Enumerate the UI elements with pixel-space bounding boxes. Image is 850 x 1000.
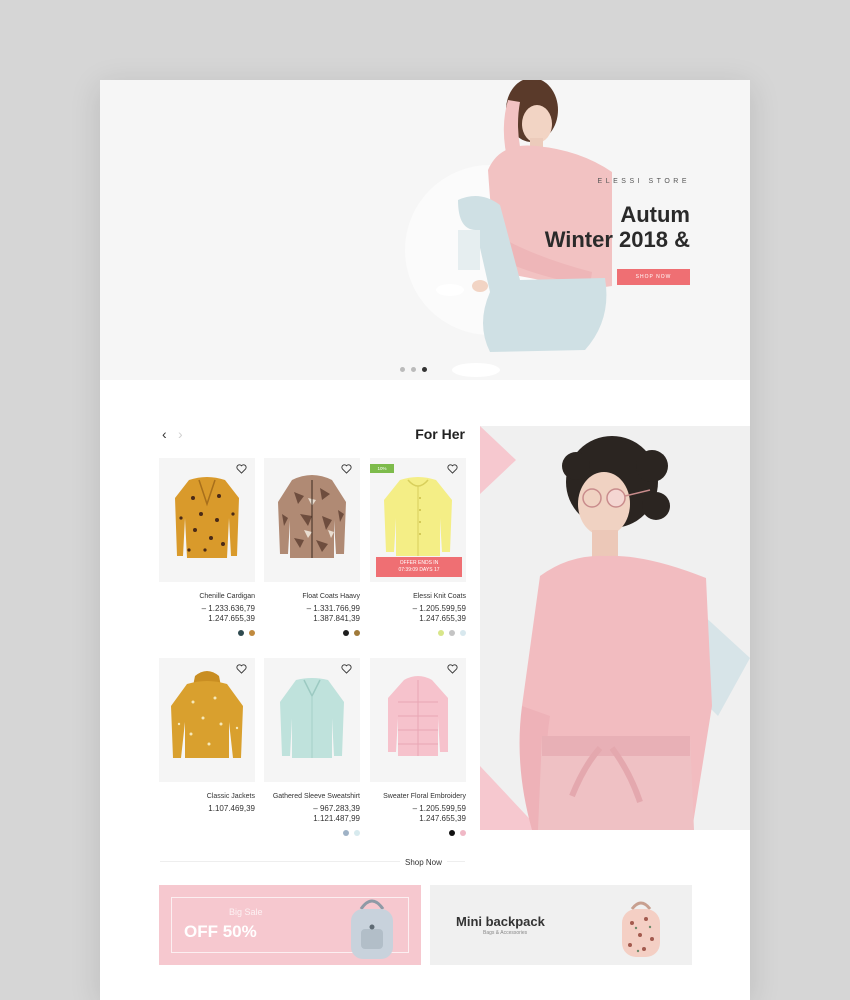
product-price: – 1.233.636,79 1.247.655,39 bbox=[159, 604, 255, 624]
puffer-jacket-image bbox=[388, 676, 448, 756]
hero-title: Autum Winter 2018 & bbox=[545, 202, 690, 252]
product-price-range-low: – 1.205.599,59 bbox=[412, 604, 466, 613]
sale-banner-subtitle: Big Sale bbox=[229, 907, 263, 917]
offer-timer: 07:39:09 DAYS 17 bbox=[398, 567, 440, 573]
slider-dot-1[interactable] bbox=[400, 367, 405, 372]
product-card[interactable]: 10% OFFER ENDS IN 07:39:09 DAYS 17 Eless… bbox=[370, 458, 466, 636]
color-swatch[interactable] bbox=[354, 630, 360, 636]
page: ELESSI STORE Autum Winter 2018 & SHOP NO… bbox=[100, 80, 750, 1000]
color-swatch[interactable] bbox=[238, 630, 244, 636]
product-price-range-high: 1.387.841,39 bbox=[313, 614, 360, 623]
offer-label: OFFER ENDS IN bbox=[399, 560, 439, 566]
shop-now-link[interactable]: Shop Now bbox=[400, 858, 447, 867]
product-price: – 1.205.599,59 1.247.655,39 bbox=[370, 604, 466, 624]
floral-backpack-image bbox=[622, 901, 660, 957]
color-swatch[interactable] bbox=[449, 830, 455, 836]
product-price-range-high: 1.121.487,99 bbox=[313, 814, 360, 823]
wishlist-heart-icon[interactable] bbox=[447, 464, 458, 474]
product-price-range-high: 1.247.655,39 bbox=[419, 614, 466, 623]
mini-backpack-title: Mini backpack bbox=[456, 914, 545, 929]
mini-backpack-category: Bags & Accessories bbox=[483, 930, 528, 936]
next-arrow-icon[interactable]: › bbox=[178, 427, 183, 441]
product-price-range-low: – 1.331.766,99 bbox=[306, 604, 360, 613]
color-swatch[interactable] bbox=[354, 830, 360, 836]
hero-title-line-2: Winter 2018 & bbox=[544, 227, 690, 252]
product-card[interactable]: Gathered Sleeve Sweatshirt – 967.283,39 … bbox=[264, 658, 360, 836]
product-image[interactable]: 10% OFFER ENDS IN 07:39:09 DAYS 17 bbox=[370, 458, 466, 582]
slider-dot-3[interactable] bbox=[422, 367, 427, 372]
product-card[interactable]: Classic Jackets 1.107.469,39 bbox=[159, 658, 255, 814]
product-name[interactable]: Chenille Cardigan bbox=[159, 593, 255, 600]
color-swatches bbox=[159, 630, 255, 636]
product-image[interactable] bbox=[370, 658, 466, 782]
wishlist-heart-icon[interactable] bbox=[236, 664, 247, 674]
product-price: – 967.283,39 1.121.487,99 bbox=[264, 804, 360, 824]
prev-arrow-icon[interactable]: ‹ bbox=[162, 427, 167, 441]
featured-model-image[interactable] bbox=[480, 426, 750, 830]
hero-banner: ELESSI STORE Autum Winter 2018 & SHOP NO… bbox=[100, 80, 750, 380]
sale-banner[interactable]: Big Sale OFF 50% bbox=[159, 885, 421, 965]
product-name[interactable]: Gathered Sleeve Sweatshirt bbox=[264, 793, 360, 800]
hoodie-image bbox=[171, 671, 243, 758]
color-swatch[interactable] bbox=[343, 830, 349, 836]
color-swatch[interactable] bbox=[460, 630, 466, 636]
product-name[interactable]: Elessi Knit Coats bbox=[370, 593, 466, 600]
wishlist-heart-icon[interactable] bbox=[236, 464, 247, 474]
section-title: For Her bbox=[415, 426, 465, 442]
blouse-image bbox=[280, 678, 344, 758]
color-swatch[interactable] bbox=[438, 630, 444, 636]
product-price: – 1.331.766,99 1.387.841,39 bbox=[264, 604, 360, 624]
product-image[interactable] bbox=[159, 658, 255, 782]
product-price-range-low: – 967.283,39 bbox=[313, 804, 360, 813]
color-swatches bbox=[370, 830, 466, 836]
hero-eyebrow: ELESSI STORE bbox=[597, 178, 690, 185]
product-card[interactable]: Float Coats Haavy – 1.331.766,99 1.387.8… bbox=[264, 458, 360, 636]
product-image[interactable] bbox=[264, 658, 360, 782]
offer-countdown: OFFER ENDS IN 07:39:09 DAYS 17 bbox=[376, 557, 462, 577]
discount-badge: 10% bbox=[370, 464, 394, 473]
wishlist-heart-icon[interactable] bbox=[341, 664, 352, 674]
product-image[interactable] bbox=[264, 458, 360, 582]
product-price: – 1.205.599,59 1.247.655,39 bbox=[370, 804, 466, 824]
color-swatch[interactable] bbox=[460, 830, 466, 836]
sale-banner-title: OFF 50% bbox=[184, 922, 257, 941]
wishlist-heart-icon[interactable] bbox=[341, 464, 352, 474]
hero-slider-dots bbox=[400, 367, 427, 372]
hero-title-line-1: Autum bbox=[620, 202, 690, 227]
hero-shop-now-button[interactable]: SHOP NOW bbox=[617, 269, 690, 285]
product-image[interactable] bbox=[159, 458, 255, 582]
product-card[interactable]: Chenille Cardigan – 1.233.636,79 1.247.6… bbox=[159, 458, 255, 636]
product-card[interactable]: Sweater Floral Embroidery – 1.205.599,59… bbox=[370, 658, 466, 836]
featured-model-illustration bbox=[480, 426, 750, 830]
wishlist-heart-icon[interactable] bbox=[447, 664, 458, 674]
camo-jacket-image bbox=[278, 475, 346, 558]
product-price-range-high: 1.247.655,39 bbox=[419, 814, 466, 823]
product-price-range-low: – 1.205.599,59 bbox=[412, 804, 466, 813]
product-price-value: 1.107.469,39 bbox=[208, 804, 255, 813]
product-name[interactable]: Float Coats Haavy bbox=[264, 593, 360, 600]
product-name[interactable]: Classic Jackets bbox=[159, 793, 255, 800]
color-swatch[interactable] bbox=[343, 630, 349, 636]
backpack-image bbox=[351, 899, 393, 959]
product-price-range-low: – 1.233.636,79 bbox=[201, 604, 255, 613]
color-swatches bbox=[264, 830, 360, 836]
cardigan-image bbox=[175, 477, 239, 558]
color-swatches bbox=[370, 630, 466, 636]
product-price: 1.107.469,39 bbox=[159, 804, 255, 814]
product-price-range-high: 1.247.655,39 bbox=[208, 614, 255, 623]
color-swatch[interactable] bbox=[449, 630, 455, 636]
slider-dot-2[interactable] bbox=[411, 367, 416, 372]
color-swatch[interactable] bbox=[249, 630, 255, 636]
color-swatches bbox=[264, 630, 360, 636]
mini-backpack-banner[interactable]: Mini backpack Bags & Accessories bbox=[430, 885, 692, 965]
product-name[interactable]: Sweater Floral Embroidery bbox=[370, 793, 466, 800]
